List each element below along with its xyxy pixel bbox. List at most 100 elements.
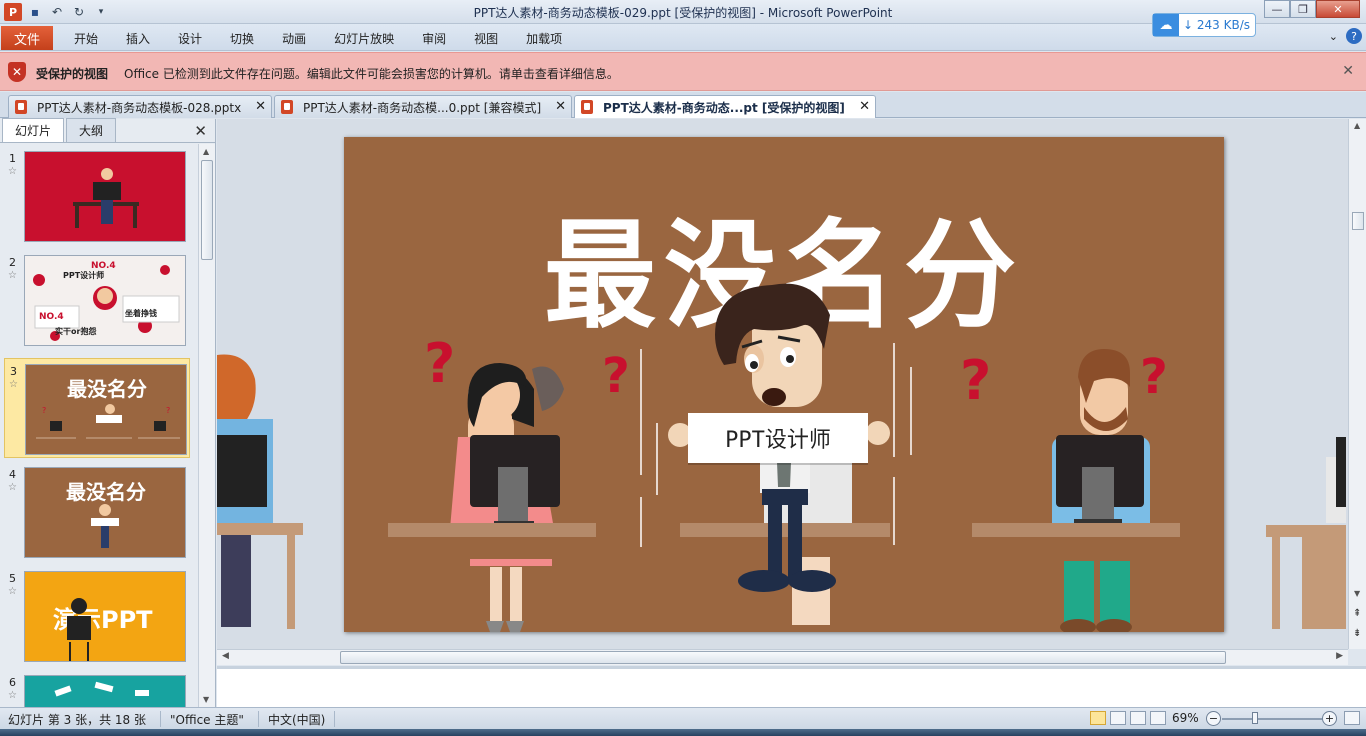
window-controls: — ❐ ✕	[1264, 0, 1360, 18]
help-icon[interactable]: ?	[1346, 28, 1362, 44]
ribbon-tab-list: 开始 插入 设计 切换 动画 幻灯片放映 审阅 视图 加载项	[60, 30, 576, 47]
svg-text:?: ?	[42, 406, 46, 415]
slide-sorter-view-icon[interactable]	[1110, 711, 1126, 725]
protected-view-bar[interactable]: ✕ 受保护的视图 Office 已检测到此文件存在问题。编辑此文件可能会损害您的…	[0, 52, 1366, 91]
slideshow-view-icon[interactable]	[1150, 711, 1166, 725]
pane-tabs: 幻灯片 大纲 ✕	[0, 118, 215, 143]
scroll-up-icon[interactable]: ▲	[203, 147, 209, 156]
minimize-button[interactable]: —	[1264, 0, 1290, 18]
slide-thumbnail[interactable]: 1 ☆	[0, 146, 198, 246]
close-window-button[interactable]: ✕	[1316, 0, 1360, 18]
slide-thumbnail-selected[interactable]: 3 ☆ 最没名分 ??	[4, 358, 190, 458]
previous-slide-icon[interactable]: ⇞	[1353, 609, 1361, 619]
scrollbar-thumb[interactable]	[1352, 212, 1364, 230]
zoom-level[interactable]: 69%	[1172, 711, 1199, 725]
notes-pane[interactable]	[217, 666, 1366, 707]
doc-tab[interactable]: PPT达人素材-商务动态模板-028.pptx ✕	[8, 95, 272, 118]
ppt-file-icon	[581, 100, 593, 114]
close-icon[interactable]: ✕	[555, 99, 566, 114]
fit-slide-icon[interactable]	[1344, 711, 1360, 725]
tab-review[interactable]: 审阅	[408, 30, 460, 47]
thumb-text: 实干or抱怨	[55, 327, 97, 336]
scroll-down-icon[interactable]: ▼	[1354, 589, 1360, 598]
separator	[160, 711, 161, 727]
doc-tab-label: PPT达人素材-商务动态...pt [受保护的视图]	[603, 100, 845, 115]
tab-home[interactable]: 开始	[60, 30, 112, 47]
horizontal-scrollbar[interactable]: ◀ ▶	[217, 649, 1348, 665]
tab-addins[interactable]: 加载项	[512, 30, 576, 47]
slide-number: 4	[9, 468, 16, 481]
separator	[258, 711, 259, 727]
shield-icon: ✕	[8, 62, 26, 82]
ribbon-help-area: ⌄ ?	[1329, 28, 1362, 44]
tab-slides[interactable]: 幻灯片	[2, 118, 65, 142]
zoom-slider-knob[interactable]	[1252, 712, 1258, 724]
doc-tab-label: PPT达人素材-商务动态模...0.ppt [兼容模式]	[303, 100, 542, 115]
zoom-out-icon[interactable]: −	[1206, 711, 1221, 726]
tab-outline[interactable]: 大纲	[66, 118, 117, 142]
slide-thumbnail[interactable]: 6 ☆	[0, 670, 198, 707]
language[interactable]: 中文(中国)	[268, 711, 325, 728]
ppt-file-icon	[281, 100, 293, 114]
slide-thumb-image: 最没名分	[24, 467, 186, 558]
tab-view[interactable]: 视图	[460, 30, 512, 47]
paper-illustration	[54, 681, 149, 697]
current-slide[interactable]: 最没名分 ? ? ? ? PPT设计师	[344, 137, 1224, 632]
vertical-scrollbar[interactable]: ▲ ▼ ⇞ ⇟	[1348, 119, 1366, 649]
normal-view-icon[interactable]	[1090, 711, 1106, 725]
slide-thumb-image: 最没名分 ??	[25, 364, 187, 455]
slide-thumbnail[interactable]: 5 ☆ 演示PPT	[0, 566, 198, 666]
tab-insert[interactable]: 插入	[112, 30, 164, 47]
zoom-in-icon[interactable]: +	[1322, 711, 1337, 726]
tab-animations[interactable]: 动画	[268, 30, 320, 47]
protected-view-message[interactable]: Office 已检测到此文件存在问题。编辑此文件可能会损害您的计算机。请单击查看…	[124, 65, 619, 82]
tab-transitions[interactable]: 切换	[216, 30, 268, 47]
scrollbar-thumb[interactable]	[201, 160, 213, 260]
close-icon[interactable]: ✕	[1342, 63, 1354, 79]
question-mark-icon: ?	[1140, 349, 1168, 405]
restore-button[interactable]: ❐	[1290, 0, 1316, 18]
scroll-right-icon[interactable]: ▶	[1336, 651, 1343, 661]
scrollbar-thumb[interactable]	[340, 651, 1226, 664]
scroll-left-icon[interactable]: ◀	[222, 651, 229, 661]
slide-editor: 最没名分 ? ? ? ? PPT设计师	[217, 119, 1348, 649]
slide-info: 幻灯片 第 3 张，共 18 张	[8, 713, 146, 727]
close-icon[interactable]: ✕	[859, 99, 870, 114]
designer-sign[interactable]: PPT设计师	[688, 413, 868, 463]
character-illustration	[91, 504, 119, 548]
file-tab[interactable]: 文件	[1, 26, 53, 50]
slide-thumbnails: 1 ☆ 2 ☆ PPT设计师 NO.4 实干or抱怨 坐着挣钱 NO.4 3 ☆…	[0, 144, 198, 707]
doc-tab-active[interactable]: PPT达人素材-商务动态...pt [受保护的视图] ✕	[574, 95, 876, 118]
next-slide-icon[interactable]: ⇟	[1353, 629, 1361, 639]
network-speed-widget[interactable]: ☁ ↓ 243 KB/s	[1152, 13, 1256, 37]
office-scene-illustration: ? ? ? ?	[388, 283, 1180, 632]
close-icon[interactable]: ✕	[255, 99, 266, 114]
slide-thumb-image	[24, 675, 186, 707]
question-mark-icon: ?	[602, 348, 630, 404]
doc-tab[interactable]: PPT达人素材-商务动态模...0.ppt [兼容模式] ✕	[274, 95, 572, 118]
zoom-slider-track[interactable]	[1222, 718, 1322, 720]
scroll-up-icon[interactable]: ▲	[1354, 121, 1360, 130]
animation-star-icon: ☆	[9, 379, 18, 390]
question-mark-icon: ?	[960, 349, 991, 412]
tab-design[interactable]: 设计	[164, 30, 216, 47]
network-speed: ↓ 243 KB/s	[1183, 18, 1250, 32]
theme-name[interactable]: "Office 主题"	[170, 711, 244, 728]
speed-value: 243 KB/s	[1196, 18, 1250, 32]
slide-thumbnail[interactable]: 2 ☆ PPT设计师 NO.4 实干or抱怨 坐着挣钱 NO.4	[0, 250, 198, 350]
thumbnails-scrollbar[interactable]: ▲ ▼	[198, 144, 215, 707]
reading-view-icon[interactable]	[1130, 711, 1146, 725]
slide-number: 2	[9, 256, 16, 269]
scroll-down-icon[interactable]: ▼	[203, 695, 209, 704]
tab-slideshow[interactable]: 幻灯片放映	[320, 30, 408, 47]
cloud-icon: ☁	[1153, 14, 1179, 36]
ppt-file-icon	[15, 100, 27, 114]
thumb-text: NO.4	[39, 312, 64, 322]
close-icon[interactable]: ✕	[194, 122, 207, 140]
slide-thumb-image: 演示PPT	[24, 571, 186, 662]
minimize-ribbon-icon[interactable]: ⌄	[1329, 30, 1338, 43]
offslide-character-left	[217, 354, 303, 629]
slide-thumbnail[interactable]: 4 ☆ 最没名分	[0, 462, 198, 562]
document-tabs: PPT达人素材-商务动态模板-028.pptx ✕ PPT达人素材-商务动态模.…	[0, 92, 1366, 118]
animation-star-icon: ☆	[8, 482, 17, 493]
